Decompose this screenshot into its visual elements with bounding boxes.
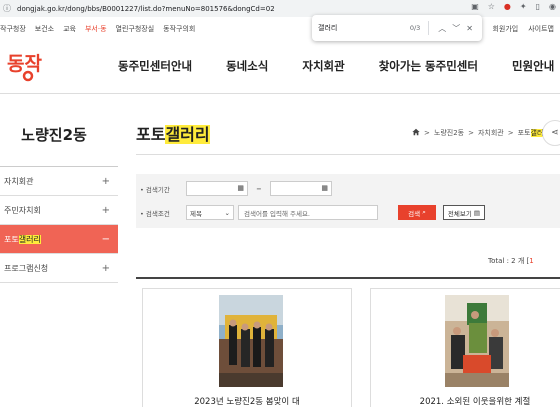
title-divider bbox=[136, 154, 560, 155]
period-row: • 검색기간 ▦ − ▦ bbox=[136, 181, 332, 196]
gallery-card[interactable]: 2021. 소외된 이웃을위한 계절 bbox=[370, 288, 560, 407]
minus-icon: − bbox=[101, 233, 110, 245]
sidebar-item-program-apply[interactable]: 프로그램신청 + bbox=[0, 254, 118, 283]
sitemap-link[interactable]: 사이트맵 bbox=[528, 24, 554, 34]
condition-label: • 검색조건 bbox=[140, 209, 170, 218]
end-date-input[interactable]: ▦ bbox=[270, 181, 332, 196]
search-button[interactable]: 검색 ⌕ bbox=[398, 205, 436, 220]
translate-icon[interactable]: ▣ bbox=[471, 2, 479, 11]
top-link[interactable]: 교육 bbox=[63, 24, 76, 34]
menu-item[interactable]: 동네소식 bbox=[226, 58, 268, 74]
sidebar-item-label: 자치회관 bbox=[4, 176, 34, 186]
top-links: 작구청장 보건소 교육 부서·동 열린구청장실 동작구의회 bbox=[0, 20, 204, 38]
dongjak-logo[interactable]: 동작 bbox=[6, 44, 46, 84]
sidebar-item-label: 주민자치회 bbox=[4, 205, 41, 215]
start-date-input[interactable]: ▦ bbox=[186, 181, 248, 196]
chevron-up-icon[interactable]: ︿ bbox=[438, 23, 446, 34]
main-nav: 동작 동주민센터안내 동네소식 자치회관 찾아가는 동주민센터 민원안내 bbox=[0, 38, 560, 94]
menu-item[interactable]: 자치회관 bbox=[302, 58, 344, 74]
sidebar-item-autonomy-hall[interactable]: 자치회관 + bbox=[0, 167, 118, 196]
menu-item[interactable]: 동주민센터안내 bbox=[118, 58, 192, 74]
search-icon: ⌕ bbox=[422, 208, 426, 216]
sidebar-menu: 자치회관 + 주민자치회 + 포토갤러리 − 프로그램신청 + bbox=[0, 166, 118, 283]
calendar-icon[interactable]: ▦ bbox=[321, 184, 328, 192]
plus-icon: + bbox=[101, 175, 110, 187]
gallery-card-title[interactable]: 2021. 소외된 이웃을위한 계절 bbox=[371, 395, 560, 407]
share-button[interactable]: ⋖ bbox=[542, 120, 560, 146]
list-icon: ▤ bbox=[473, 208, 481, 217]
calendar-icon[interactable]: ▦ bbox=[237, 184, 244, 192]
breadcrumb-item[interactable]: 자치회관 bbox=[478, 128, 504, 138]
view-all-button[interactable]: 전체보기 ▤ bbox=[443, 205, 485, 220]
browser-nav: ⓘ bbox=[0, 3, 11, 14]
chevron-down-icon: ⌄ bbox=[224, 208, 230, 217]
star-icon[interactable]: ☆ bbox=[488, 2, 495, 11]
total-count: Total : 2 개 [1 bbox=[488, 257, 534, 265]
menu-item[interactable]: 민원안내 bbox=[512, 58, 554, 74]
breadcrumb-item[interactable]: 노량진2동 bbox=[434, 128, 464, 138]
close-icon[interactable]: ✕ bbox=[466, 24, 473, 33]
gallery-card-title[interactable]: 2023년 노량진2동 봄맞이 대 bbox=[143, 395, 351, 407]
gallery-thumbnail[interactable] bbox=[219, 295, 283, 387]
profile-icon[interactable]: ◉ bbox=[549, 2, 556, 11]
find-divider bbox=[428, 21, 430, 35]
search-panel: • 검색기간 ▦ − ▦ • 검색조건 제목 ⌄ 검색어를 입력해 주세요. 검색… bbox=[136, 174, 560, 228]
plus-icon: + bbox=[101, 204, 110, 216]
top-link[interactable]: 동작구의회 bbox=[163, 24, 195, 34]
date-range-dash: − bbox=[256, 184, 262, 193]
url-text[interactable]: dongjak.go.kr/dong/bbs/B0001227/list.do?… bbox=[17, 5, 275, 13]
list-divider bbox=[136, 277, 560, 279]
plus-icon: + bbox=[101, 262, 110, 274]
puzzle-icon[interactable]: ✦ bbox=[520, 2, 527, 11]
find-input[interactable]: 갤러리 bbox=[318, 23, 410, 33]
signup-link[interactable]: 회원가입 bbox=[492, 24, 518, 34]
extension-icon[interactable]: ● bbox=[504, 2, 511, 11]
search-field-select[interactable]: 제목 ⌄ bbox=[186, 205, 234, 220]
chevron-down-icon[interactable]: ﹀ bbox=[452, 23, 460, 34]
top-link[interactable]: 열린구청장실 bbox=[116, 24, 155, 34]
sidebar-item-resident-council[interactable]: 주민자치회 + bbox=[0, 196, 118, 225]
home-icon[interactable] bbox=[412, 128, 420, 138]
top-link[interactable]: 보건소 bbox=[35, 24, 54, 34]
top-link[interactable]: 작구청장 bbox=[0, 24, 26, 34]
sidepanel-icon[interactable]: ▯ bbox=[536, 2, 540, 11]
share-icon: ⋖ bbox=[551, 128, 559, 138]
top-right-links: 회원가입 사이트맵 bbox=[492, 20, 554, 38]
browser-toolbar-icons: ▣ ☆ ● ✦ ▯ ◉ bbox=[471, 2, 556, 11]
find-count: 0/3 bbox=[409, 24, 421, 32]
period-label: • 검색기간 bbox=[140, 185, 170, 194]
sidebar-title: 노량진2동 bbox=[21, 126, 87, 144]
breadcrumb: > 노량진2동 > 자치회관 > 포토갤러리 bbox=[412, 128, 550, 138]
gallery-thumbnail[interactable] bbox=[445, 295, 509, 387]
sidebar-item-label: 포토갤러리 bbox=[4, 234, 41, 244]
page-title: 포토갤러리 bbox=[136, 125, 210, 144]
top-link-active[interactable]: 부서·동 bbox=[85, 24, 107, 34]
condition-row: • 검색조건 제목 ⌄ 검색어를 입력해 주세요. 검색 ⌕ 전체보기 ▤ bbox=[136, 205, 485, 220]
sidebar-item-label: 프로그램신청 bbox=[4, 263, 49, 273]
menu-item[interactable]: 찾아가는 동주민센터 bbox=[379, 58, 478, 74]
sidebar-item-photo-gallery[interactable]: 포토갤러리 − bbox=[0, 225, 118, 254]
main-menu: 동주민센터안내 동네소식 자치회관 찾아가는 동주민센터 민원안내 bbox=[118, 38, 560, 94]
find-bar: 갤러리 0/3 ︿ ﹀ ✕ bbox=[312, 15, 482, 41]
svg-text:동작: 동작 bbox=[7, 53, 42, 75]
keyword-input[interactable]: 검색어를 입력해 주세요. bbox=[238, 205, 378, 220]
page-info-icon[interactable]: ⓘ bbox=[3, 3, 11, 14]
gallery-card[interactable]: 2023년 노량진2동 봄맞이 대 bbox=[142, 288, 352, 407]
